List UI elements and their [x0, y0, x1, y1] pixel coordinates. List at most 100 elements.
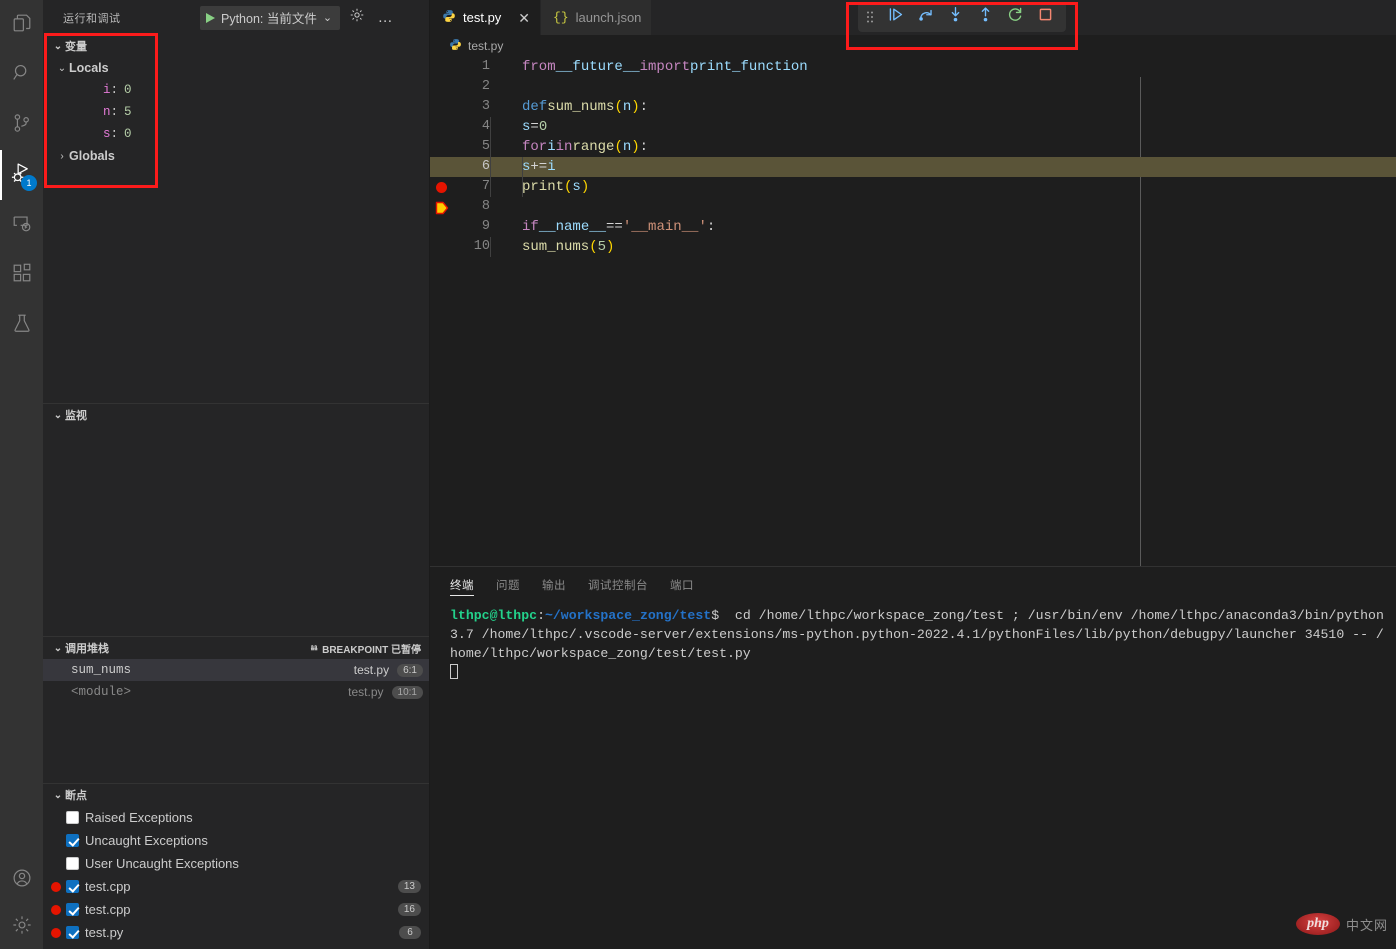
- breakpoint-item[interactable]: Raised Exceptions: [43, 806, 429, 829]
- scope-globals[interactable]: › Globals: [43, 145, 429, 167]
- breakpoint-item[interactable]: test.cpp 13: [43, 875, 429, 898]
- source-control-icon: [11, 112, 33, 139]
- line-text: if __name__ == '__main__':: [490, 217, 1396, 237]
- variable-separator: :: [111, 105, 119, 119]
- breakpoints-list[interactable]: Raised Exceptions Uncaught Exceptions Us…: [43, 806, 429, 949]
- breakpoint-checkbox[interactable]: [66, 903, 79, 916]
- tab-label: test.py: [463, 10, 501, 25]
- activity-item-manage[interactable]: [0, 905, 43, 949]
- debug-step-over-button[interactable]: [914, 6, 936, 28]
- callstack-frames[interactable]: sum_nums test.py 6:1 <module> test.py 10…: [43, 659, 429, 783]
- panel-tab-ports[interactable]: 端口: [670, 567, 694, 602]
- activity-item-accounts[interactable]: [0, 855, 43, 905]
- line-text: [490, 77, 1396, 97]
- scope-label: Locals: [69, 61, 109, 75]
- breakpoint-line: 16: [398, 903, 421, 916]
- gutter-decoration[interactable]: [430, 197, 452, 217]
- activity-item-extensions[interactable]: [0, 250, 43, 300]
- breakpoint-glyph-icon[interactable]: [436, 182, 447, 193]
- variables-header[interactable]: ⌄ 变量: [43, 35, 429, 57]
- terminal-output[interactable]: lthpc@lthpc:~/workspace_zong/test$ cd /h…: [430, 602, 1396, 949]
- panel-tab-problems[interactable]: 问题: [496, 567, 520, 602]
- callstack-frame[interactable]: sum_nums test.py 6:1: [43, 659, 429, 681]
- variables-section: ⌄ 变量 ⌄ Locals i : 0 n : 5: [43, 35, 429, 403]
- watch-list[interactable]: [43, 426, 429, 636]
- breakpoints-header[interactable]: ⌄ 断点: [43, 784, 429, 806]
- debug-continue-button[interactable]: [884, 6, 906, 28]
- gutter-decoration[interactable]: [430, 217, 452, 237]
- line-number: 3: [452, 97, 490, 117]
- code-editor[interactable]: 1 from __future__ import print_function …: [430, 57, 1396, 566]
- debug-restart-button[interactable]: [1004, 6, 1026, 28]
- gutter-decoration[interactable]: [430, 237, 452, 257]
- scope-locals[interactable]: ⌄ Locals: [43, 57, 429, 79]
- gutter-decoration[interactable]: [430, 137, 452, 157]
- code-line[interactable]: 9 if __name__ == '__main__':: [430, 217, 1396, 237]
- code-line[interactable]: 8: [430, 197, 1396, 217]
- callstack-header[interactable]: ⌄ 调用堆栈 ⎂ BREAKPOINT 已暂停: [43, 637, 429, 659]
- code-line[interactable]: 4 s=0: [430, 117, 1396, 137]
- activity-item-remote-explorer[interactable]: [0, 200, 43, 250]
- chevron-down-icon: ⌄: [51, 643, 65, 654]
- activity-item-search[interactable]: [0, 50, 43, 100]
- breakpoint-item[interactable]: User Uncaught Exceptions: [43, 852, 429, 875]
- panel-tab-output[interactable]: 输出: [542, 567, 566, 602]
- code-line[interactable]: 2: [430, 77, 1396, 97]
- launch-config-dropdown[interactable]: Python: 当前文件 ⌄: [200, 6, 340, 30]
- gutter-decoration[interactable]: [430, 77, 452, 97]
- editor-area: test.py ✕ {} launch.json test.py: [430, 0, 1396, 949]
- breadcrumb[interactable]: test.py: [430, 35, 1396, 57]
- breakpoint-item[interactable]: test.py 6: [43, 921, 429, 944]
- code-line[interactable]: 5 for i in range(n):: [430, 137, 1396, 157]
- variable-name: i: [103, 83, 111, 97]
- debug-drag-handle[interactable]: [864, 6, 876, 28]
- gutter-decoration[interactable]: [430, 157, 452, 177]
- callstack-status: ⎂ BREAKPOINT 已暂停: [310, 641, 421, 656]
- chevron-down-icon: ⌄: [55, 63, 69, 74]
- watch-header[interactable]: ⌄ 监视: [43, 404, 429, 426]
- debug-step-out-button[interactable]: [974, 6, 996, 28]
- callstack-frame[interactable]: <module> test.py 10:1: [43, 681, 429, 703]
- code-line[interactable]: 3 def sum_nums(n):: [430, 97, 1396, 117]
- tab-test-py[interactable]: test.py ✕: [430, 0, 541, 35]
- files-icon: [11, 12, 33, 39]
- debug-stop-button[interactable]: [1034, 6, 1056, 28]
- code-line[interactable]: 7 print(s): [430, 177, 1396, 197]
- activity-item-run-and-debug[interactable]: 1: [0, 150, 43, 200]
- tab-launch-json[interactable]: {} launch.json: [541, 0, 652, 35]
- variables-tree[interactable]: ⌄ Locals i : 0 n : 5 s : 0: [43, 57, 429, 403]
- breakpoint-item[interactable]: Uncaught Exceptions: [43, 829, 429, 852]
- code-content[interactable]: 1 from __future__ import print_function …: [430, 57, 1396, 257]
- panel-tab-terminal[interactable]: 终端: [450, 567, 474, 602]
- debug-step-into-button[interactable]: [944, 6, 966, 28]
- gutter-decoration[interactable]: [430, 177, 452, 197]
- variable-name: n: [103, 105, 111, 119]
- breakpoint-checkbox[interactable]: [66, 857, 79, 870]
- code-line[interactable]: 10 sum_nums(5): [430, 237, 1396, 257]
- activity-item-explorer[interactable]: [0, 0, 43, 50]
- gutter-decoration[interactable]: [430, 117, 452, 137]
- activity-item-testing[interactable]: [0, 300, 43, 350]
- launch-config-label: Python: 当前文件: [221, 8, 317, 27]
- variable-row[interactable]: i : 0: [43, 79, 429, 101]
- panel-tab-debug-console[interactable]: 调试控制台: [588, 567, 648, 602]
- breakpoint-checkbox[interactable]: [66, 811, 79, 824]
- breakpoint-item[interactable]: test.cpp 16: [43, 898, 429, 921]
- watch-title: 监视: [65, 407, 87, 423]
- open-launch-json-button[interactable]: [346, 7, 368, 29]
- breakpoint-label: test.cpp: [85, 902, 398, 917]
- code-line[interactable]: 1 from __future__ import print_function: [430, 57, 1396, 77]
- gutter-decoration[interactable]: [430, 97, 452, 117]
- breakpoint-checkbox[interactable]: [66, 880, 79, 893]
- search-icon: [11, 62, 33, 89]
- variable-row[interactable]: n : 5: [43, 101, 429, 123]
- breakpoint-checkbox[interactable]: [66, 834, 79, 847]
- gutter-decoration[interactable]: [430, 57, 452, 77]
- more-actions-button[interactable]: …: [374, 7, 396, 29]
- breakpoint-checkbox[interactable]: [66, 926, 79, 939]
- panel-tabs: 终端 问题 输出 调试控制台 端口: [430, 567, 1396, 602]
- close-icon[interactable]: ✕: [518, 11, 530, 25]
- code-line-current[interactable]: 6 s += i: [430, 157, 1396, 177]
- activity-item-source-control[interactable]: [0, 100, 43, 150]
- variable-row[interactable]: s : 0: [43, 123, 429, 145]
